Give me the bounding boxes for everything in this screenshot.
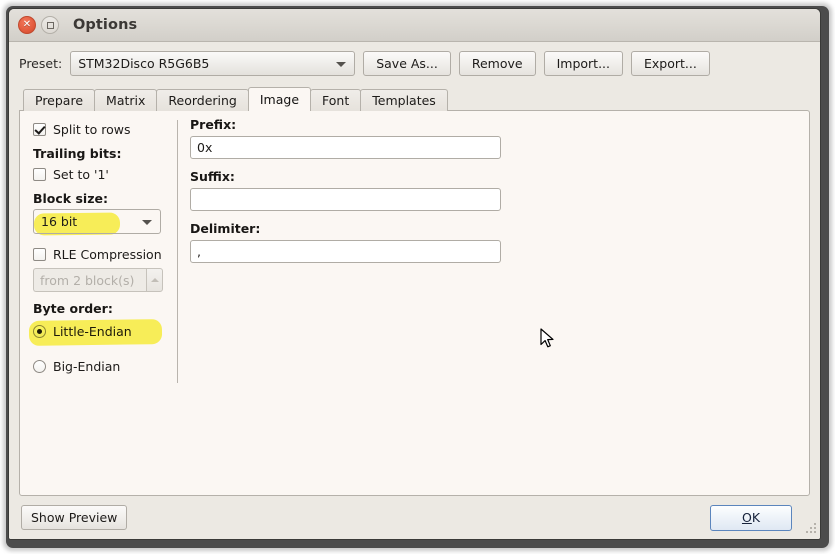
import-button[interactable]: Import...	[543, 51, 623, 76]
radio-button-dot	[33, 324, 46, 338]
ok-rest: K	[751, 510, 761, 525]
preset-combobox-value: STM32Disco R5G6B5	[78, 56, 210, 71]
split-to-rows-checkbox[interactable]: Split to rows	[33, 119, 173, 139]
ok-button-label: OK	[742, 510, 760, 525]
tab-reordering[interactable]: Reordering	[156, 89, 249, 111]
tab-prepare[interactable]: Prepare	[23, 89, 96, 111]
rle-compression-checkbox[interactable]: RLE Compression	[33, 244, 173, 264]
rle-compression-label: RLE Compression	[53, 246, 162, 262]
preset-label: Preset:	[19, 56, 63, 71]
preset-combobox[interactable]: STM32Disco R5G6B5	[70, 51, 356, 76]
window-title: Options	[73, 17, 138, 33]
suffix-label: Suffix:	[190, 169, 235, 184]
stepper-up-icon	[146, 268, 163, 292]
desktop-background: ✕ Options Preset: STM32Disco R5G6B5 Save…	[0, 0, 835, 554]
block-size-combobox[interactable]: 16 bit	[33, 209, 161, 234]
tab-image[interactable]: Image	[247, 87, 312, 111]
big-endian-radio[interactable]: Big-Endian	[33, 356, 173, 376]
dialog-body: Preset: STM32Disco R5G6B5 Save As... Rem…	[9, 42, 820, 496]
show-preview-button[interactable]: Show Preview	[21, 505, 128, 530]
resize-grip-icon[interactable]	[802, 521, 817, 536]
block-size-combobox-value: 16 bit	[41, 214, 78, 229]
image-options-left-column: Split to rows Trailing bits: Set to '1' …	[28, 119, 173, 376]
little-endian-label: Little-Endian	[53, 323, 132, 339]
export-button[interactable]: Export...	[630, 51, 710, 76]
delimiter-label: Delimiter:	[190, 221, 261, 236]
ok-mnemonic: O	[741, 510, 752, 525]
save-as-button[interactable]: Save As...	[363, 51, 451, 76]
window-close-icon[interactable]: ✕	[18, 16, 36, 34]
tab-matrix[interactable]: Matrix	[94, 89, 158, 111]
image-tab-panel: Split to rows Trailing bits: Set to '1' …	[19, 110, 810, 496]
big-endian-label: Big-Endian	[53, 358, 121, 374]
suffix-input[interactable]	[190, 188, 501, 211]
rle-blocks-spinbox-value: from 2 block(s)	[33, 268, 146, 292]
rle-blocks-spinbox: from 2 block(s)	[33, 268, 163, 292]
chevron-down-icon	[336, 61, 347, 67]
tab-strip: Prepare Matrix Reordering Image Font Tem…	[19, 87, 810, 111]
byte-order-group-label: Byte order:	[33, 301, 113, 316]
trailing-bits-group-label: Trailing bits:	[33, 146, 122, 161]
preset-row: Preset: STM32Disco R5G6B5 Save As... Rem…	[19, 51, 810, 76]
prefix-label: Prefix:	[190, 117, 237, 132]
options-dialog: ✕ Options Preset: STM32Disco R5G6B5 Save…	[8, 8, 821, 540]
column-separator	[177, 120, 178, 383]
set-to-one-label: Set to '1'	[53, 166, 109, 182]
checkbox-box	[33, 247, 46, 261]
tab-font[interactable]: Font	[310, 89, 362, 111]
dialog-footer: Show Preview OK	[9, 496, 820, 539]
tab-templates[interactable]: Templates	[360, 89, 448, 111]
title-bar: ✕ Options	[9, 9, 820, 42]
set-to-one-checkbox[interactable]: Set to '1'	[33, 164, 173, 184]
remove-button[interactable]: Remove	[458, 51, 536, 76]
checkbox-box	[33, 167, 46, 181]
image-options-right-column: Prefix: 0x Suffix: Delimiter: ,	[190, 117, 510, 273]
block-size-group-label: Block size:	[33, 191, 108, 206]
checkbox-box	[33, 122, 46, 136]
prefix-input[interactable]: 0x	[190, 136, 501, 159]
ok-button[interactable]: OK	[710, 504, 792, 531]
split-to-rows-label: Split to rows	[53, 121, 131, 137]
little-endian-radio[interactable]: Little-Endian	[33, 321, 173, 341]
chevron-down-icon	[142, 219, 152, 225]
window-maximize-icon[interactable]	[41, 16, 59, 34]
delimiter-input[interactable]: ,	[190, 240, 501, 263]
radio-button-dot	[33, 359, 46, 373]
